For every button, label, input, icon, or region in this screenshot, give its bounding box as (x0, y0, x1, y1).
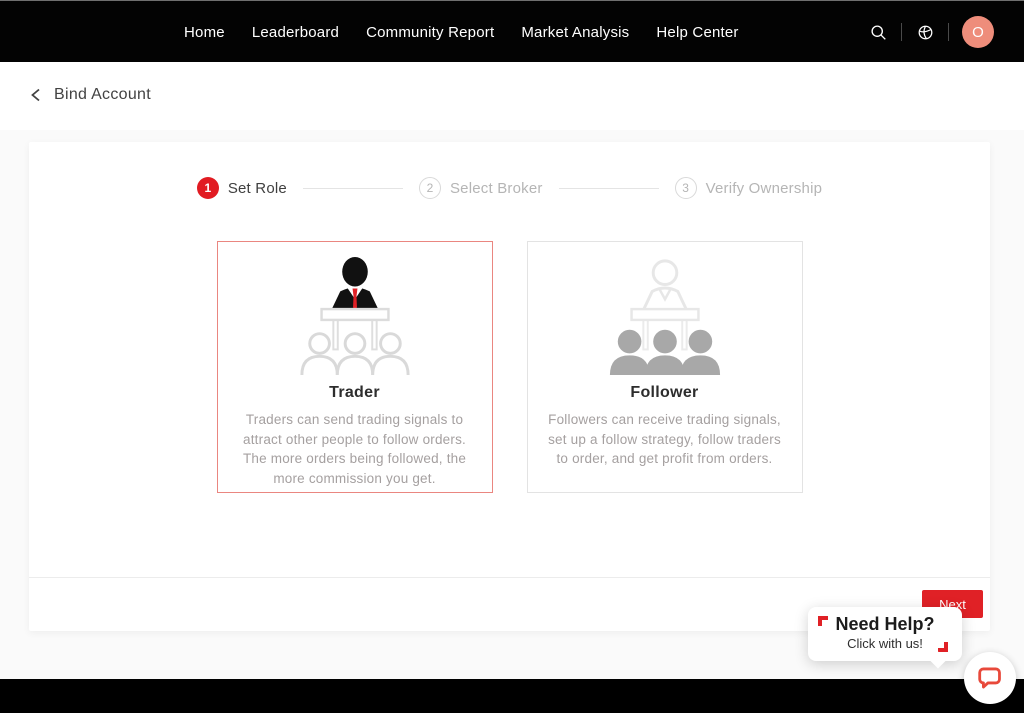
step-1-label: Set Role (228, 180, 287, 197)
user-avatar[interactable]: O (962, 16, 994, 48)
trader-description: Traders can send trading signals to attr… (218, 410, 492, 488)
follower-audience-icon (605, 255, 725, 375)
nav-divider (901, 23, 902, 41)
stepper: 1 Set Role 2 Select Broker 3 Verify Owne… (29, 142, 990, 199)
page-footer-bar (0, 679, 1024, 713)
trader-podium-icon (295, 255, 415, 375)
chat-bubble-icon (976, 664, 1004, 692)
stepper-connector (303, 188, 403, 189)
nav-item-leaderboard[interactable]: Leaderboard (252, 24, 339, 41)
follower-title: Follower (528, 384, 802, 402)
search-icon[interactable] (868, 22, 888, 42)
page-title: Bind Account (54, 86, 151, 104)
top-nav-bar: Home Leaderboard Community Report Market… (0, 0, 1024, 62)
step-verify-ownership: 3 Verify Ownership (675, 177, 823, 199)
need-help-popup[interactable]: Need Help? Click with us! (808, 607, 962, 661)
back-chevron-icon (30, 88, 42, 102)
step-2-circle: 2 (419, 177, 441, 199)
nav-item-home[interactable]: Home (184, 24, 225, 41)
trader-title: Trader (218, 384, 492, 402)
live-chat-button[interactable] (964, 652, 1016, 704)
step-3-circle: 3 (675, 177, 697, 199)
nav-menu: Home Leaderboard Community Report Market… (184, 1, 739, 63)
red-corner-bracket-icon (938, 642, 948, 652)
nav-item-market-analysis[interactable]: Market Analysis (521, 24, 629, 41)
step-1-circle: 1 (197, 177, 219, 199)
step-select-broker: 2 Select Broker (419, 177, 543, 199)
step-set-role: 1 Set Role (197, 177, 287, 199)
nav-right-group: O (868, 1, 994, 63)
role-card-follower[interactable]: Follower Followers can receive trading s… (527, 241, 803, 493)
help-popup-title: Need Help? (808, 614, 962, 635)
step-3-label: Verify Ownership (706, 180, 823, 197)
content-area: 1 Set Role 2 Select Broker 3 Verify Owne… (0, 130, 1024, 679)
bind-account-panel: 1 Set Role 2 Select Broker 3 Verify Owne… (29, 142, 990, 631)
nav-divider (948, 23, 949, 41)
role-card-trader[interactable]: Trader Traders can send trading signals … (217, 241, 493, 493)
globe-language-icon[interactable] (915, 22, 935, 42)
follower-description: Followers can receive trading signals, s… (528, 410, 802, 469)
red-corner-bracket-icon (818, 616, 828, 626)
nav-item-help-center[interactable]: Help Center (656, 24, 738, 41)
page-subheader: Bind Account (0, 62, 1024, 130)
nav-item-community-report[interactable]: Community Report (366, 24, 494, 41)
step-2-label: Select Broker (450, 180, 543, 197)
back-button[interactable]: Bind Account (30, 86, 151, 104)
stepper-connector (559, 188, 659, 189)
role-cards: Trader Traders can send trading signals … (29, 241, 990, 493)
